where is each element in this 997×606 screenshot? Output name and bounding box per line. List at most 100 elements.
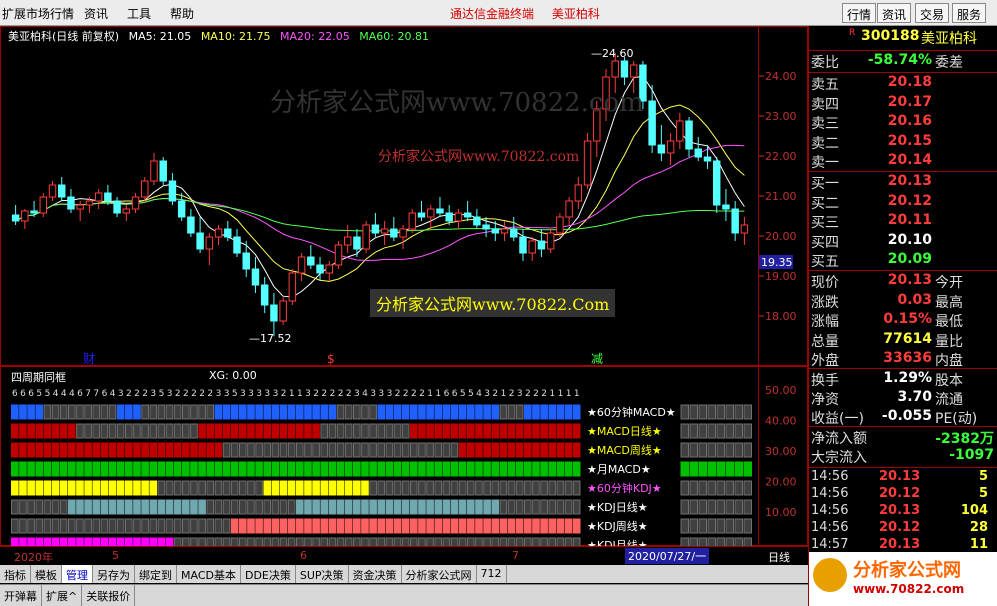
cycle-digit: 2 xyxy=(142,389,148,399)
cycle-digit: 2 xyxy=(175,389,181,399)
signal-cell xyxy=(68,404,76,420)
signal-cell xyxy=(680,480,689,496)
linked-quote-toggle[interactable]: 关联报价 xyxy=(82,585,136,606)
danmu-toggle[interactable]: 开弹幕 xyxy=(0,585,42,606)
candle-body xyxy=(307,256,315,266)
news-button[interactable]: 资讯 xyxy=(877,3,912,23)
menu-help[interactable]: 帮助 xyxy=(170,5,194,22)
tab-macd[interactable]: MACD基本 xyxy=(177,565,241,583)
signal-cell xyxy=(320,442,329,458)
signal-cell xyxy=(206,499,215,515)
candle-body xyxy=(196,232,204,250)
sell-row-3-value: 20.16 xyxy=(887,113,932,129)
quote-button[interactable]: 行情 xyxy=(842,3,877,23)
tab-saveas[interactable]: 另存为 xyxy=(93,565,135,583)
signal-cell xyxy=(475,480,483,496)
signal-cell xyxy=(149,423,158,439)
signal-cell xyxy=(320,499,329,515)
tab-manage[interactable]: 管理 xyxy=(62,565,93,583)
signal-cell xyxy=(385,518,394,534)
signal-cell xyxy=(133,480,141,496)
tab-fxj[interactable]: 分析家公式网 xyxy=(402,565,477,583)
signal-cell xyxy=(116,480,125,496)
signal-cell xyxy=(458,480,467,496)
signal-cell xyxy=(263,499,272,515)
tab-dde[interactable]: DDE决策 xyxy=(241,565,296,583)
ma-legend: 美亚柏科(日线 前复权) MA5: 21.05 MA10: 21.75 MA20… xyxy=(8,28,435,44)
signal-cell xyxy=(707,480,716,496)
signal-cell xyxy=(698,499,707,515)
trade-button[interactable]: 交易 xyxy=(915,3,950,23)
candle-body xyxy=(353,236,361,250)
signal-cell xyxy=(369,518,377,534)
tab-template[interactable]: 模板 xyxy=(31,565,62,583)
signal-cell xyxy=(116,442,125,458)
signal-cell xyxy=(141,480,149,496)
signal-cell xyxy=(304,480,312,496)
signal-cell xyxy=(141,518,149,534)
tab-sup[interactable]: SUP决策 xyxy=(296,565,349,583)
signal-cell xyxy=(279,499,288,515)
menu-market-ext[interactable]: 扩展市场行情 xyxy=(2,5,74,22)
menu-tools[interactable]: 工具 xyxy=(127,5,151,22)
signal-cell xyxy=(734,461,743,477)
service-button[interactable]: 服务 xyxy=(952,3,987,23)
signal-cell xyxy=(287,404,296,420)
tab-bindto[interactable]: 绑定到 xyxy=(135,565,177,583)
watermark-1: 分析家公式网www.70822.com xyxy=(270,88,644,118)
stat2-row-1-value: 3.70 xyxy=(897,389,932,405)
signal-cell xyxy=(499,423,508,439)
stat-row-4-value: 33636 xyxy=(883,350,932,366)
signal-cell xyxy=(247,499,255,515)
signal-cell xyxy=(279,404,288,420)
tab-712[interactable]: 712 xyxy=(477,565,507,583)
cycle-digit: 4 xyxy=(476,389,482,399)
candle-body xyxy=(297,256,306,274)
cycle-digit: 1 xyxy=(558,389,564,399)
stat-row-1: 涨跌 0.03 最高 xyxy=(809,292,997,311)
signal-cell xyxy=(499,442,508,458)
cycle-digit: 4 xyxy=(53,389,59,399)
indicator-panel[interactable]: 四周期同框 XG: 0.00 6665544467764322235322222… xyxy=(0,366,808,547)
tab-indicator[interactable]: 指标 xyxy=(0,565,31,583)
signal-cell xyxy=(434,404,443,420)
signal-cell xyxy=(467,423,475,439)
signal-cell xyxy=(133,499,141,515)
signal-cell xyxy=(540,423,548,439)
signal-cell xyxy=(572,442,581,458)
signal-cell xyxy=(689,442,698,458)
signal-cell xyxy=(182,442,190,458)
signal-cell xyxy=(116,404,125,420)
signal-cell xyxy=(548,499,557,515)
menu-news[interactable]: 资讯 xyxy=(84,5,108,22)
signal-cell xyxy=(475,404,483,420)
cycle-digit: 2 xyxy=(191,389,197,399)
candle-body xyxy=(288,272,297,302)
signal-cell xyxy=(125,423,133,439)
signal-cell xyxy=(84,499,92,515)
signal-cell xyxy=(320,404,329,420)
signal-cell xyxy=(698,461,707,477)
period-label[interactable]: 日线 xyxy=(768,549,790,565)
net-inflow-value: -2382万 xyxy=(935,431,994,447)
sell-row-4-value: 20.17 xyxy=(887,93,932,110)
buy-row-2: 买二 20.12 xyxy=(809,193,997,212)
stat-row-3-label2: 量比 xyxy=(935,333,963,350)
signal-cell xyxy=(108,461,117,477)
signal-cell xyxy=(572,461,581,477)
signal-cell xyxy=(84,480,92,496)
signal-cell xyxy=(369,480,377,496)
signal-cell xyxy=(475,518,483,534)
signal-cell xyxy=(467,442,475,458)
signal-cell xyxy=(556,480,565,496)
signal-cell xyxy=(707,442,716,458)
signal-cell xyxy=(92,404,101,420)
buy-row-2-value: 20.12 xyxy=(887,192,932,209)
cycle-digit: 2 xyxy=(419,389,425,399)
signal-cell xyxy=(92,480,101,496)
signal-cell xyxy=(68,518,76,534)
tab-funds[interactable]: 资金决策 xyxy=(349,565,402,583)
signal-cell xyxy=(467,499,475,515)
extend-toggle[interactable]: 扩展^ xyxy=(42,585,83,606)
signal-cell xyxy=(304,518,312,534)
